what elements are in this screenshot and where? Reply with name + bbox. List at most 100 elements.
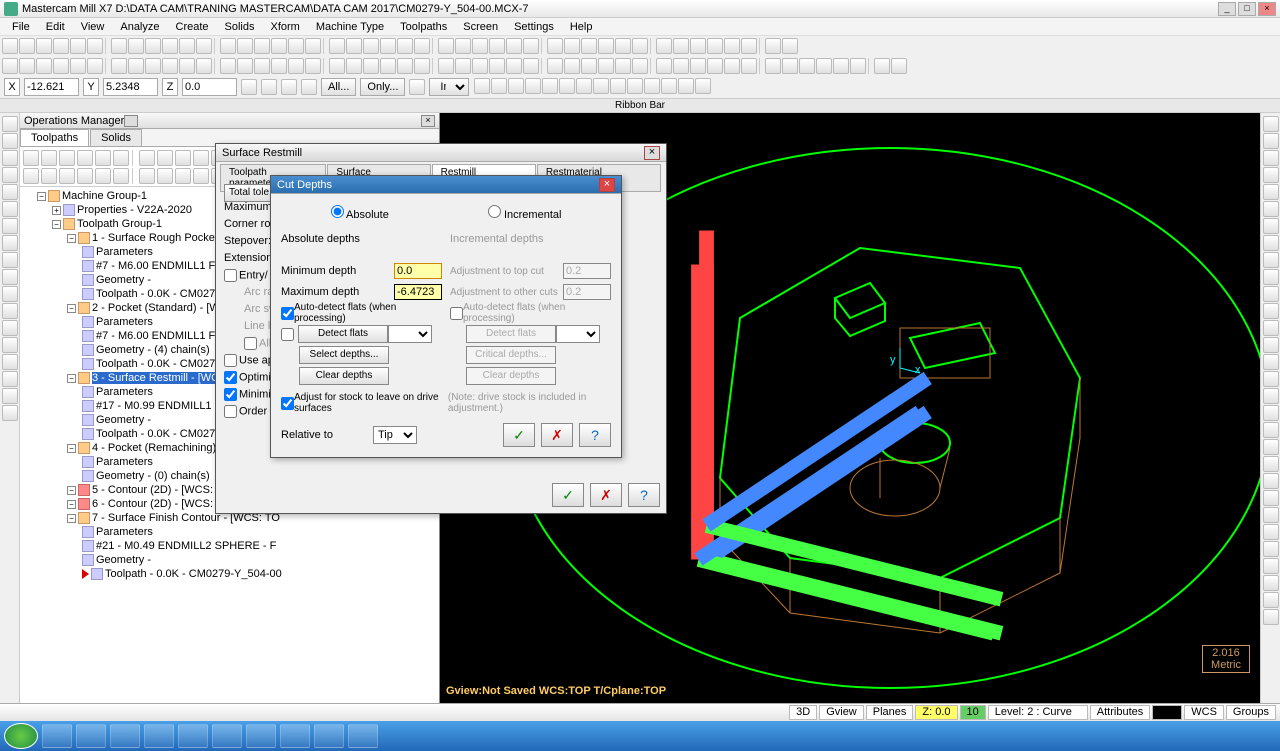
toolbar-icon[interactable] (113, 168, 129, 184)
filter-icon[interactable] (409, 79, 425, 95)
toolbar-icon[interactable] (175, 150, 191, 166)
toolbar-icon[interactable] (59, 150, 75, 166)
side-toolbar-icon[interactable] (2, 235, 18, 251)
status-gview[interactable]: Gview (819, 705, 864, 720)
toolbar-icon[interactable] (36, 38, 52, 54)
toolbar-icon[interactable] (397, 38, 413, 54)
toolbar-icon[interactable] (162, 38, 178, 54)
toolbar-icon[interactable] (523, 38, 539, 54)
toolbar-icon[interactable] (656, 38, 672, 54)
task-mastercam-icon[interactable] (246, 724, 276, 748)
toolbar-icon[interactable] (547, 58, 563, 74)
all-button[interactable]: All... (321, 78, 356, 96)
side-toolbar-icon[interactable] (1263, 167, 1279, 183)
close-button[interactable]: × (1258, 2, 1276, 16)
ops-close-button[interactable]: × (421, 115, 435, 127)
toolbar-icon[interactable] (53, 38, 69, 54)
tree-node[interactable]: #21 - M0.49 ENDMILL2 SPHERE - F (22, 539, 437, 553)
toolbar-icon[interactable] (363, 58, 379, 74)
side-toolbar-icon[interactable] (2, 371, 18, 387)
menu-file[interactable]: File (4, 19, 38, 35)
side-toolbar-icon[interactable] (1263, 201, 1279, 217)
toolbar-icon[interactable] (472, 38, 488, 54)
only-button[interactable]: Only... (360, 78, 405, 96)
task-notes-icon[interactable] (144, 724, 174, 748)
toolbar-icon[interactable] (288, 58, 304, 74)
side-toolbar-icon[interactable] (1263, 490, 1279, 506)
toolbar-icon[interactable] (891, 58, 907, 74)
toolbar-icon[interactable] (41, 150, 57, 166)
task-explorer-icon[interactable] (76, 724, 106, 748)
sr-close-button[interactable]: × (644, 146, 660, 160)
toolbar-icon[interactable] (2, 58, 18, 74)
sr-entry-checkbox[interactable] (224, 269, 237, 282)
start-button[interactable] (4, 723, 38, 749)
cd-adjust-stock-checkbox[interactable] (281, 397, 294, 410)
toolbar-icon[interactable] (87, 38, 103, 54)
sr-ok-button[interactable]: ✓ (552, 483, 584, 507)
toolbar-icon[interactable] (581, 58, 597, 74)
sr-order-cut-checkbox[interactable] (224, 405, 237, 418)
x-input[interactable] (24, 78, 79, 96)
side-toolbar-icon[interactable] (2, 116, 18, 132)
status-z[interactable]: Z: 0.0 (915, 705, 957, 720)
side-toolbar-icon[interactable] (1263, 269, 1279, 285)
toolbar-icon[interactable] (741, 58, 757, 74)
side-toolbar-icon[interactable] (1263, 150, 1279, 166)
toolbar-icon[interactable] (598, 38, 614, 54)
side-toolbar-icon[interactable] (1263, 133, 1279, 149)
side-toolbar-icon[interactable] (1263, 456, 1279, 472)
toolbar-icon[interactable] (77, 168, 93, 184)
toolbar-icon[interactable] (673, 38, 689, 54)
status-color[interactable] (1152, 705, 1182, 720)
side-toolbar-icon[interactable] (1263, 235, 1279, 251)
toolbar-icon[interactable] (193, 150, 209, 166)
toolbar-icon[interactable] (179, 58, 195, 74)
toolbar-icon[interactable] (95, 150, 111, 166)
toolbar-icon[interactable] (95, 168, 111, 184)
toolbar-icon[interactable] (724, 38, 740, 54)
side-toolbar-icon[interactable] (2, 252, 18, 268)
menu-xform[interactable]: Xform (263, 19, 308, 35)
toolbar-icon[interactable] (632, 58, 648, 74)
toolbar-icon[interactable] (196, 58, 212, 74)
toolbar-icon[interactable] (346, 58, 362, 74)
side-toolbar-icon[interactable] (1263, 286, 1279, 302)
toolbar-icon[interactable] (53, 58, 69, 74)
side-toolbar-icon[interactable] (2, 354, 18, 370)
toolbar-icon[interactable] (157, 168, 173, 184)
toolbar-icon[interactable] (254, 58, 270, 74)
toolbar-icon[interactable] (145, 58, 161, 74)
toolbar-icon[interactable] (41, 168, 57, 184)
toolbar-icon[interactable] (346, 38, 362, 54)
toolbar-icon[interactable] (220, 38, 236, 54)
side-toolbar-icon[interactable] (2, 286, 18, 302)
toolbar-icon[interactable] (564, 58, 580, 74)
sr-minimize-checkbox[interactable] (224, 388, 237, 401)
side-toolbar-icon[interactable] (2, 201, 18, 217)
toolbar-icon[interactable] (724, 58, 740, 74)
menu-toolpaths[interactable]: Toolpaths (392, 19, 455, 35)
menu-create[interactable]: Create (168, 19, 217, 35)
menu-machine-type[interactable]: Machine Type (308, 19, 392, 35)
menu-help[interactable]: Help (562, 19, 601, 35)
side-toolbar-icon[interactable] (1263, 405, 1279, 421)
side-toolbar-icon[interactable] (2, 388, 18, 404)
toolbar-icon[interactable] (128, 38, 144, 54)
side-toolbar-icon[interactable] (1263, 354, 1279, 370)
side-toolbar-icon[interactable] (2, 150, 18, 166)
task-app-icon[interactable] (314, 724, 344, 748)
cd-help-button[interactable]: ? (579, 423, 611, 447)
task-app-icon[interactable] (280, 724, 310, 748)
menu-solids[interactable]: Solids (217, 19, 263, 35)
side-toolbar-icon[interactable] (1263, 371, 1279, 387)
toolbar-icon[interactable] (220, 58, 236, 74)
cd-cancel-button[interactable]: ✗ (541, 423, 573, 447)
side-toolbar-icon[interactable] (1263, 592, 1279, 608)
toolbar-icon[interactable] (305, 58, 321, 74)
toolbar-icon[interactable] (288, 38, 304, 54)
toolbar-icon[interactable] (414, 58, 430, 74)
toolbar-icon[interactable] (741, 38, 757, 54)
toolbar-icon[interactable] (87, 58, 103, 74)
toolbar-icon[interactable] (816, 58, 832, 74)
